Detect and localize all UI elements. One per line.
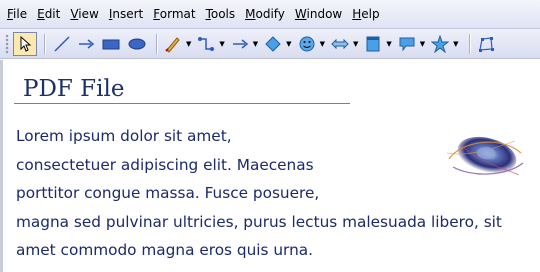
freeform-button[interactable] [163, 32, 183, 56]
body-line: porttitor congue massa. Fusce posuere, [16, 184, 320, 203]
connector-dropdown[interactable]: ▼ [219, 32, 224, 56]
stars-dropdown[interactable]: ▼ [453, 32, 458, 56]
connector-button[interactable] [196, 32, 216, 56]
callouts-button[interactable] [397, 32, 417, 56]
arrow-button[interactable] [75, 32, 97, 56]
select-button[interactable] [13, 31, 37, 56]
menu-modify[interactable]: Modify [240, 0, 290, 28]
lines-arrows-button[interactable] [230, 32, 250, 56]
block-arrows-button[interactable] [330, 32, 350, 56]
flowchart-icon [366, 36, 380, 51]
callouts-dropdown[interactable]: ▼ [420, 32, 425, 56]
freeform-icon [165, 36, 180, 53]
document-title[interactable]: PDF File [14, 74, 350, 104]
basic-shapes-icon [265, 35, 281, 52]
ellipse-button[interactable] [125, 32, 149, 56]
stars-button[interactable] [430, 32, 450, 56]
menu-insert[interactable]: Insert [104, 0, 148, 28]
flowchart-dropdown[interactable]: ▼ [386, 32, 391, 56]
menu-edit[interactable]: Edit [32, 0, 65, 28]
lines-arrows-dropdown[interactable]: ▼ [253, 32, 258, 56]
toolbar-separator [156, 33, 158, 54]
points-button[interactable] [476, 32, 496, 56]
page-left-edge [0, 60, 3, 272]
toolbar-grip[interactable] [5, 33, 9, 54]
basic-shapes-button[interactable] [263, 32, 283, 56]
arrow-icon [79, 38, 95, 49]
inserted-picture[interactable] [441, 133, 525, 183]
menu-format[interactable]: Format [148, 0, 200, 28]
flowchart-button[interactable] [363, 32, 383, 56]
select-icon [20, 35, 32, 52]
freeform-dropdown[interactable]: ▼ [186, 32, 191, 56]
toolbar-separator [44, 33, 46, 54]
menu-window[interactable]: Window [290, 0, 347, 28]
points-icon [478, 36, 494, 52]
ellipse-icon [128, 38, 146, 49]
basic-shapes-dropdown[interactable]: ▼ [286, 32, 291, 56]
drawing-toolbar: ▼ ▼ ▼ ▼ ▼ ▼ ▼ ▼ ▼ [0, 29, 540, 59]
block-arrows-dropdown[interactable]: ▼ [353, 32, 358, 56]
callouts-icon [399, 37, 415, 51]
body-line: amet commodo magna eros quis urna. [16, 241, 314, 260]
rectangle-icon [102, 39, 120, 49]
symbol-shapes-dropdown[interactable]: ▼ [320, 32, 325, 56]
rectangle-button[interactable] [99, 32, 123, 56]
symbol-shapes-button[interactable] [297, 32, 317, 56]
stars-icon [431, 34, 450, 53]
toolbar-separator [468, 33, 471, 54]
menu-view[interactable]: View [65, 0, 103, 28]
body-line: magna sed pulvinar ultricies, purus lect… [16, 212, 502, 231]
menu-tools[interactable]: Tools [201, 0, 241, 28]
block-arrows-icon [331, 38, 349, 49]
menu-bar: File Edit View Insert Format Tools Modif… [0, 0, 540, 29]
line-button[interactable] [51, 32, 73, 56]
line-icon [54, 35, 70, 52]
menu-help[interactable]: Help [347, 0, 384, 28]
connector-icon [198, 36, 215, 51]
symbol-shapes-icon [299, 36, 315, 51]
menu-file[interactable]: File [0, 0, 32, 28]
lines-arrows-icon [232, 38, 248, 49]
